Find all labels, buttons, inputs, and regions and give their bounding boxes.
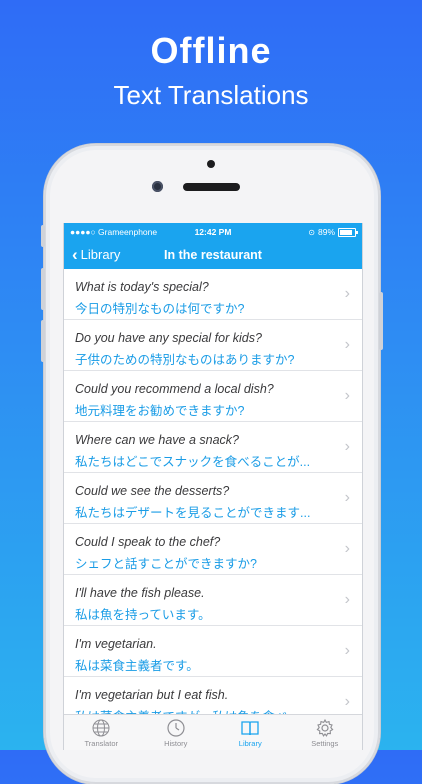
front-sensor	[207, 160, 215, 168]
phrase-list: What is today's special? 今日の特別なものは何ですか? …	[64, 269, 362, 728]
chevron-right-icon: ›	[344, 285, 350, 302]
tab-label: History	[164, 739, 188, 748]
phrase-japanese: 私は魚を持っています。	[75, 608, 211, 622]
clock-icon	[167, 719, 185, 737]
tab-label: Library	[238, 739, 262, 748]
gear-icon	[316, 718, 334, 737]
list-item[interactable]: Could I speak to the chef? シェフと話すことができます…	[64, 524, 362, 575]
chevron-right-icon: ›	[344, 387, 350, 404]
list-item[interactable]: I'll have the fish please. 私は魚を持っています。 ›	[64, 575, 362, 626]
list-item[interactable]: What is today's special? 今日の特別なものは何ですか? …	[64, 269, 362, 320]
tab-label: Translator	[84, 739, 118, 748]
navigation-bar: ‹ Library In the restaurant	[64, 241, 362, 269]
phrase-english: I'm vegetarian but I eat fish.	[75, 688, 229, 702]
lock-rotation-icon: ⊙	[308, 227, 315, 237]
list-item[interactable]: I'm vegetarian. 私は菜食主義者です。 ›	[64, 626, 362, 677]
tab-history[interactable]: History	[139, 715, 214, 750]
list-item[interactable]: Could we see the desserts? 私たちはデザートを見ること…	[64, 473, 362, 524]
phrase-english: Do you have any special for kids?	[75, 331, 262, 345]
phrase-japanese: 私たちはどこでスナックを食べることが...	[75, 455, 311, 469]
phrase-english: Where can we have a snack?	[75, 433, 239, 447]
battery-percent: 89%	[317, 227, 335, 237]
tab-settings[interactable]: Settings	[288, 715, 363, 750]
phrase-japanese: 子供のための特別なものはありますか?	[75, 353, 295, 367]
phrase-japanese: 私たちはデザートを見ることができます...	[75, 506, 311, 520]
list-item[interactable]: Where can we have a snack? 私たちはどこでスナックを食…	[64, 422, 362, 473]
volume-down-button	[41, 320, 45, 362]
volume-up-button	[41, 268, 45, 310]
phrase-english: Could we see the desserts?	[75, 484, 230, 498]
tab-translator[interactable]: Translator	[64, 715, 139, 750]
chevron-right-icon: ›	[344, 489, 350, 506]
battery-icon	[338, 227, 358, 237]
tab-bar: Translator History Library Settings	[64, 714, 362, 750]
list-item[interactable]: Could you recommend a local dish? 地元料理をお…	[64, 371, 362, 422]
chevron-right-icon: ›	[344, 540, 350, 557]
phrase-english: What is today's special?	[75, 280, 209, 294]
mute-switch	[41, 225, 45, 247]
chevron-right-icon: ›	[344, 438, 350, 455]
chevron-right-icon: ›	[344, 693, 350, 710]
page-title: In the restaurant	[164, 248, 262, 262]
promo-subheadline: Text Translations	[113, 80, 309, 110]
tab-library[interactable]: Library	[213, 715, 288, 750]
phrase-japanese: 地元料理をお勧めできますか?	[75, 404, 245, 418]
status-bar: ●●●●○ Grameenphone 12:42 PM ⊙ 89%	[64, 223, 362, 241]
promo-headline: Offline	[150, 30, 272, 71]
phrase-japanese: 今日の特別なものは何ですか?	[75, 302, 245, 316]
phrase-japanese: シェフと話すことができますか?	[75, 557, 257, 571]
power-button	[379, 292, 383, 350]
phrase-english: I'll have the fish please.	[75, 586, 205, 600]
phrase-english: Could you recommend a local dish?	[75, 382, 274, 396]
globe-icon	[92, 719, 110, 737]
chevron-right-icon: ›	[344, 591, 350, 608]
chevron-right-icon: ›	[344, 336, 350, 353]
phrase-japanese: 私は菜食主義者です。	[75, 659, 199, 673]
book-icon	[241, 721, 259, 736]
battery-status: ⊙ 89%	[308, 227, 358, 237]
chevron-right-icon: ›	[344, 642, 350, 659]
app-screen: ●●●●○ Grameenphone 12:42 PM ⊙ 89% ‹ Libr…	[63, 223, 363, 750]
front-camera	[152, 181, 163, 192]
list-item[interactable]: Do you have any special for kids? 子供のための…	[64, 320, 362, 371]
tab-label: Settings	[311, 739, 339, 748]
earpiece-speaker	[183, 183, 240, 191]
phrase-english: I'm vegetarian.	[75, 637, 157, 651]
phrase-english: Could I speak to the chef?	[75, 535, 221, 549]
